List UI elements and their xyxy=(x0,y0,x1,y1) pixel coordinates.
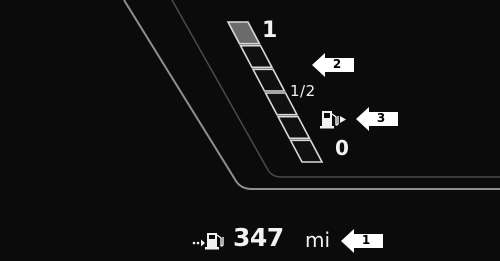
range-unit: mi xyxy=(305,228,331,252)
callout-1: 1 xyxy=(341,228,383,254)
instrument-cluster-display: 1 1/2 0 2 3 347 mi 1 xyxy=(0,0,500,261)
range-value: 347 xyxy=(233,223,284,252)
range-fuel-pump-icon xyxy=(192,233,224,250)
callout-1-number: 1 xyxy=(361,233,371,247)
